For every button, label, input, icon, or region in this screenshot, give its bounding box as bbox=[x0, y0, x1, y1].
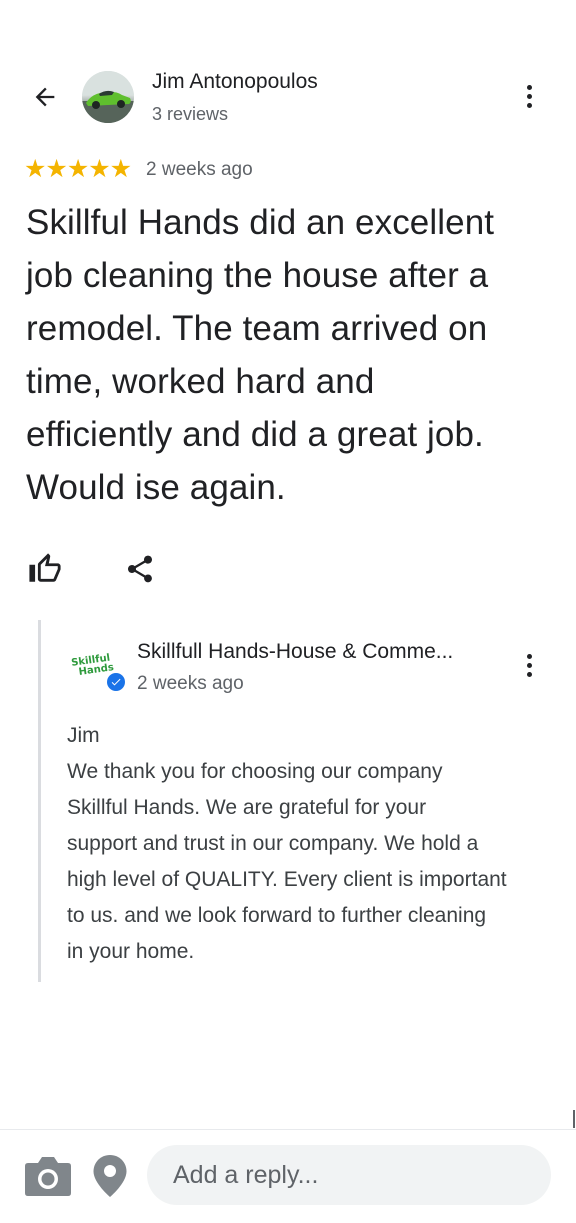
review-text-line: time, worked hard and bbox=[26, 362, 375, 401]
reply-input[interactable] bbox=[147, 1145, 551, 1205]
owner-reply-text: Jim We thank you for choosing our compan… bbox=[67, 718, 557, 970]
business-logo-text: Skillful Hands bbox=[71, 653, 115, 679]
review-text-line: efficiently and did a great job. bbox=[26, 415, 484, 454]
review-text-line: job cleaning the house after a bbox=[26, 256, 489, 295]
more-vert-icon-dot bbox=[526, 102, 532, 108]
more-vert-icon-dot bbox=[526, 93, 532, 99]
review-more-options-button[interactable] bbox=[517, 78, 541, 114]
add-photo-button[interactable] bbox=[24, 1153, 72, 1197]
arrow-back-icon bbox=[35, 87, 55, 107]
author-review-count: 3 reviews bbox=[152, 104, 229, 124]
reply-divider-line bbox=[38, 620, 41, 982]
star-rating: ★★★★★ bbox=[24, 155, 132, 183]
reply-text-line: support and trust in our company. We hol… bbox=[67, 832, 479, 855]
review-text-line: Would ise again. bbox=[26, 468, 286, 507]
author-name[interactable]: Jim Antonopoulos bbox=[152, 70, 318, 94]
review-date: 2 weeks ago bbox=[146, 159, 253, 180]
location-pin-icon bbox=[93, 1155, 127, 1197]
camera-icon bbox=[25, 1157, 71, 1196]
scroll-edge-mark bbox=[573, 1110, 575, 1128]
reply-text-line: to us. and we look forward to further cl… bbox=[67, 904, 487, 927]
reply-text-line: in your home. bbox=[67, 940, 195, 963]
like-button[interactable] bbox=[28, 552, 64, 588]
review-text-line: remodel. The team arrived on bbox=[26, 309, 488, 348]
owner-reply-date: 2 weeks ago bbox=[137, 673, 244, 694]
more-vert-icon-dot bbox=[526, 653, 532, 659]
car-photo bbox=[82, 71, 134, 123]
more-vert-icon-dot bbox=[526, 671, 532, 677]
bottom-bar-divider bbox=[0, 1129, 576, 1130]
more-vert-icon-dot bbox=[526, 84, 532, 90]
reply-text-line: We thank you for choosing our company bbox=[67, 760, 443, 783]
review-text: Skillful Hands did an excellent job clea… bbox=[26, 196, 556, 514]
avatar[interactable] bbox=[82, 71, 134, 123]
review-text-line: Skillful Hands did an excellent bbox=[26, 203, 495, 242]
back-button[interactable] bbox=[28, 80, 62, 114]
add-location-button[interactable] bbox=[92, 1154, 130, 1198]
review-detail-screen: Jim Antonopoulos 3 reviews ★★★★★ 2 weeks… bbox=[0, 0, 576, 1223]
share-icon bbox=[128, 555, 152, 583]
reply-text-line: high level of QUALITY. Every client is i… bbox=[67, 868, 507, 891]
reply-text-line: Skillful Hands. We are grateful for your bbox=[67, 796, 427, 819]
reply-text-line: Jim bbox=[67, 724, 100, 747]
owner-reply-author[interactable]: Skillfull Hands-House & Comme... bbox=[137, 640, 453, 664]
share-button[interactable] bbox=[124, 552, 158, 588]
reply-more-options-button[interactable] bbox=[517, 647, 541, 683]
thumb-up-icon bbox=[29, 553, 61, 582]
more-vert-icon-dot bbox=[526, 662, 532, 668]
verified-check-icon bbox=[107, 673, 125, 691]
